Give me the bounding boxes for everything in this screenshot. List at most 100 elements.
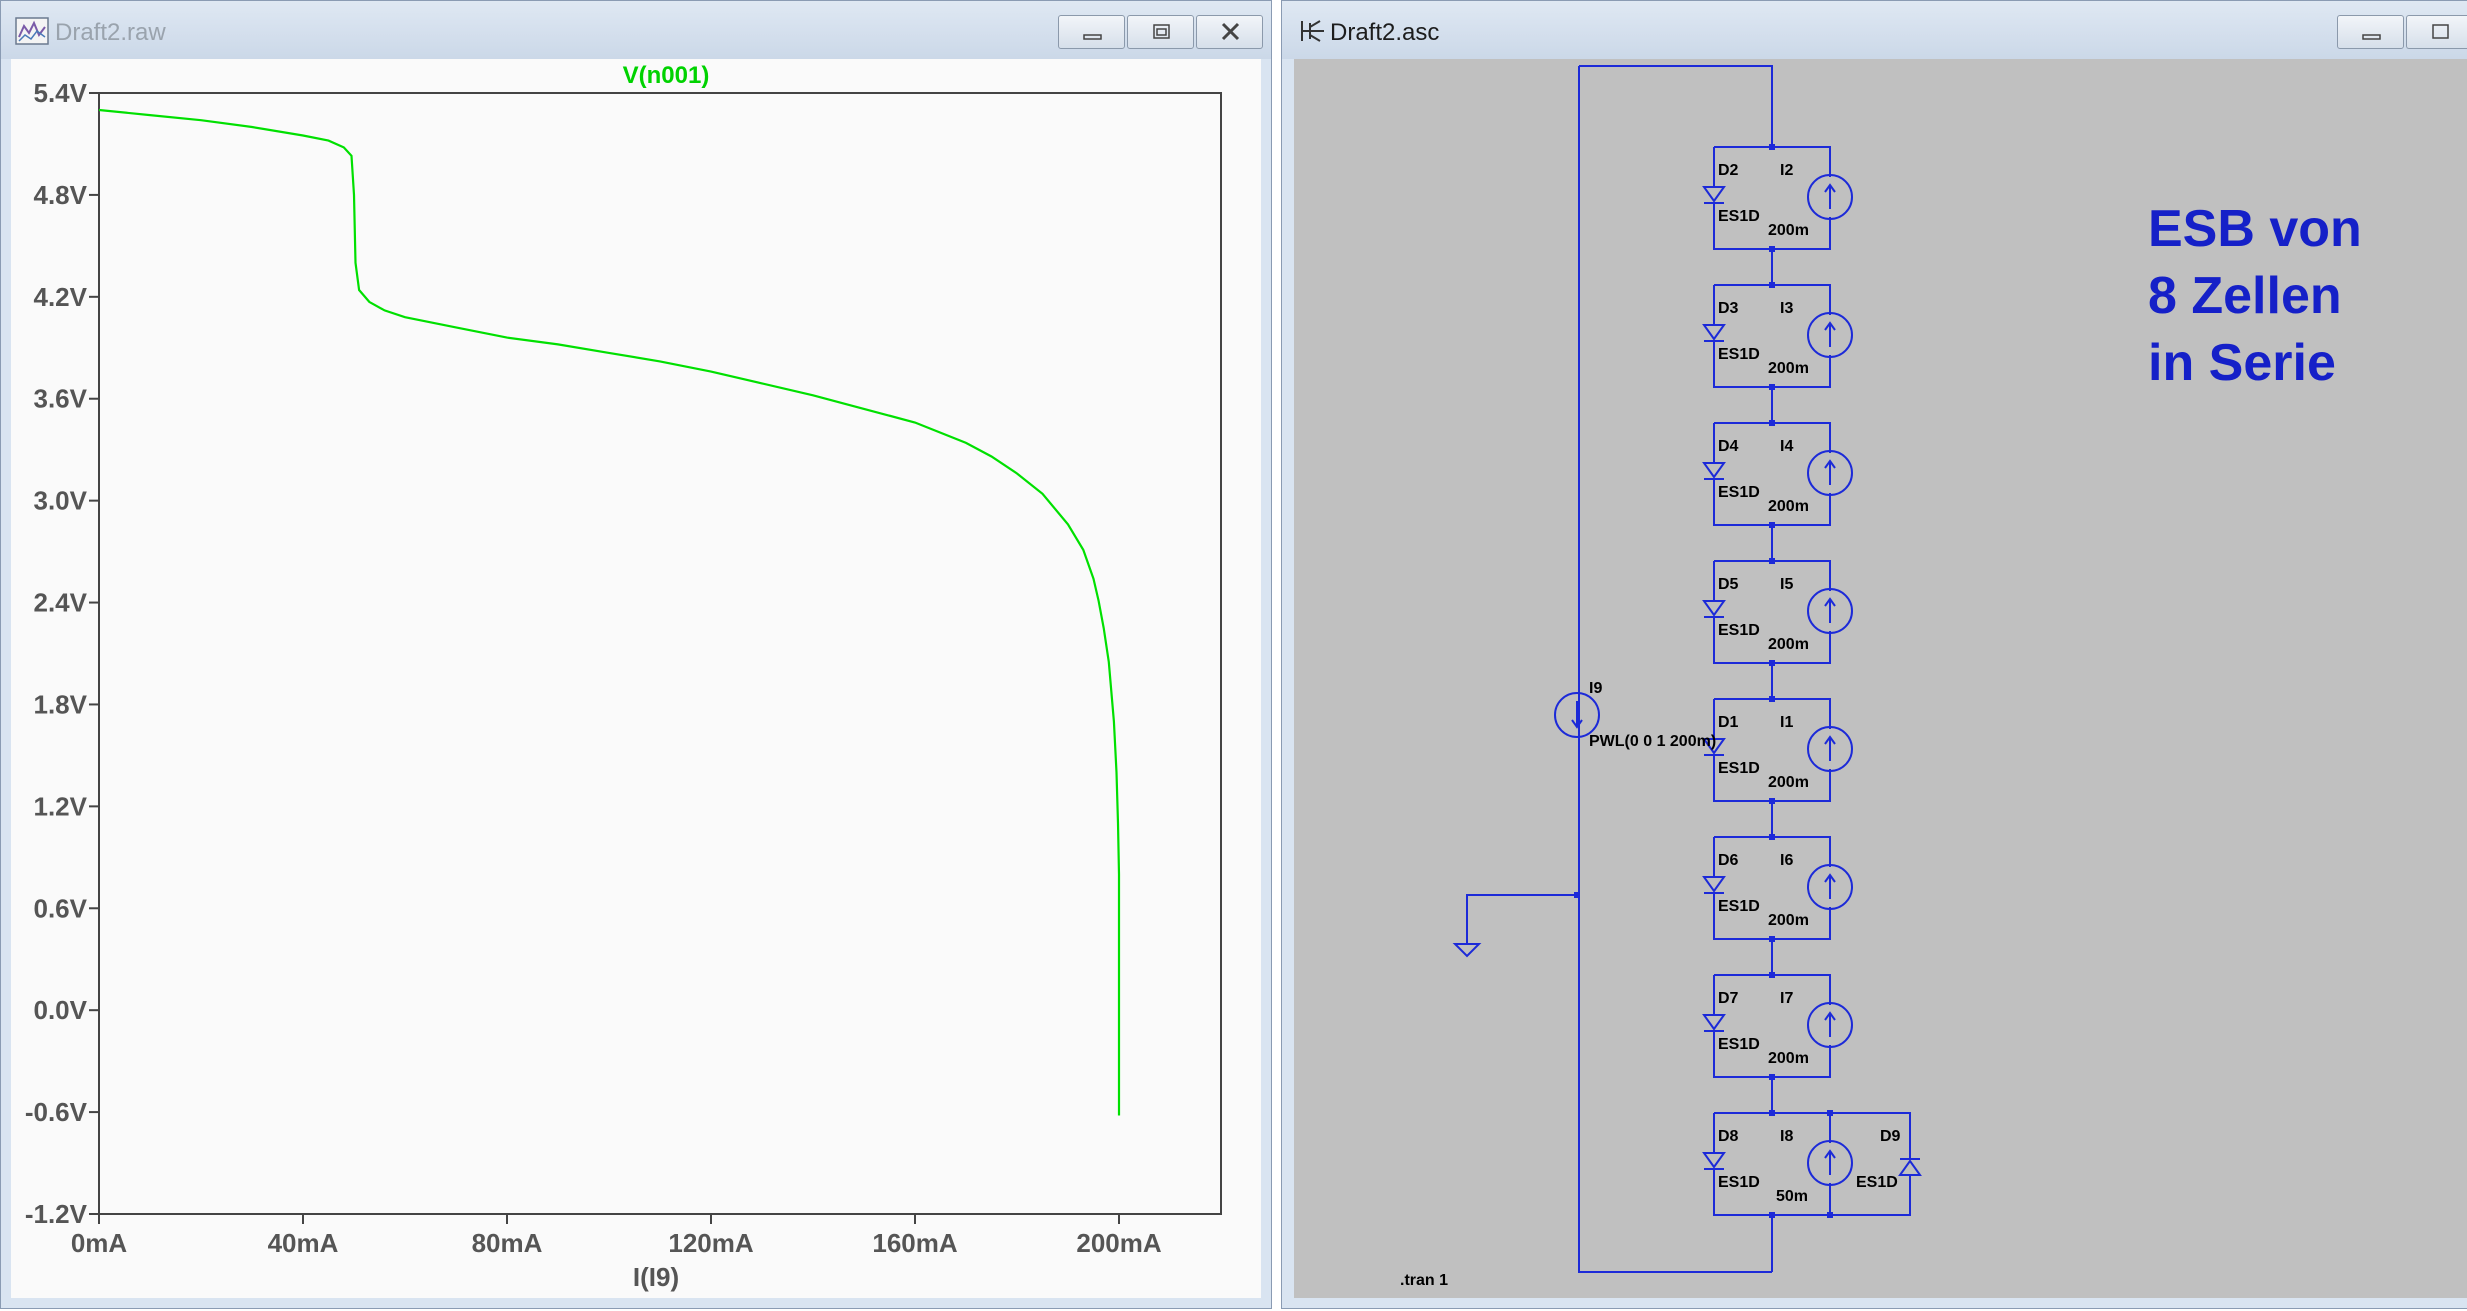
- diode-name: D2: [1718, 162, 1739, 179]
- battery-cell-8[interactable]: D8 ES1D I8 50m: [1702, 1110, 1853, 1272]
- annotation-line-1: ESB von: [2148, 200, 2362, 258]
- wires[interactable]: [1578, 65, 1773, 1273]
- battery-cell-4[interactable]: D5 ES1D I5 200m: [1702, 558, 1853, 699]
- battery-cell-5[interactable]: D1 ES1D I1 200m: [1702, 696, 1853, 837]
- diode-icon: [1702, 462, 1726, 485]
- current-source-icon: [1807, 588, 1853, 634]
- current-source-icon: [1807, 1002, 1853, 1048]
- diode-model: ES1D: [1718, 622, 1760, 639]
- source-name: I9: [1589, 680, 1602, 697]
- source-value: PWL(0 0 1 200m): [1589, 733, 1716, 750]
- diode-name: D9: [1880, 1128, 1901, 1145]
- waveform-titlebar[interactable]: Draft2.raw: [1, 1, 1271, 59]
- source-name: I8: [1780, 1128, 1793, 1145]
- junction-dot: [1574, 892, 1580, 898]
- source-value: 200m: [1768, 636, 1809, 653]
- current-source-icon: [1807, 174, 1853, 220]
- annotation-line-2: 8 Zellen: [2148, 267, 2342, 325]
- plot-canvas[interactable]: V(n001) I(I9) 5.4V 4.8V 4.2V 3.6V 3.0V 2.4V 1.…: [11, 59, 1263, 1300]
- waveform-window[interactable]: Draft2.raw V(n001) I(I9) 5.4V 4.8V 4.2V 3.6…: [0, 0, 1272, 1309]
- maximize-button[interactable]: [1127, 15, 1194, 49]
- junction-dot: [1769, 696, 1775, 702]
- junction-dot: [1827, 1212, 1833, 1218]
- x-axis-label[interactable]: I(I9): [633, 1262, 679, 1292]
- x-tick-label: 40mA: [268, 1228, 339, 1258]
- source-name: I3: [1780, 300, 1793, 317]
- bypass-diode-d9[interactable]: D9 ES1D: [1827, 1110, 1922, 1218]
- spice-directive[interactable]: .tran 1: [1400, 1272, 1448, 1289]
- y-tick-label: 1.8V: [34, 689, 88, 719]
- y-tick-label: -0.6V: [25, 1097, 88, 1127]
- junction-dot: [1769, 282, 1775, 288]
- source-name: I6: [1780, 852, 1793, 869]
- diode-icon: [1702, 186, 1726, 209]
- diode-icon: [1702, 1152, 1726, 1175]
- diode-icon: [1702, 324, 1726, 347]
- current-source-icon: [1807, 312, 1853, 358]
- maximize-button[interactable]: [2406, 15, 2467, 49]
- y-tick-label: 4.2V: [34, 282, 88, 312]
- junction-dot: [1769, 834, 1775, 840]
- schematic-app-icon: [1301, 20, 1324, 42]
- diode-name: D1: [1718, 714, 1739, 731]
- x-axis: 0mA 40mA 80mA 120mA 160mA 200mA: [71, 1214, 1162, 1258]
- minimize-button[interactable]: [2337, 15, 2404, 49]
- source-value: 200m: [1768, 360, 1809, 377]
- battery-cell-1[interactable]: D2 ES1D I2 200m: [1702, 144, 1853, 285]
- diode-model: ES1D: [1718, 484, 1760, 501]
- battery-cell-7[interactable]: D7 ES1D I7 200m: [1702, 972, 1853, 1113]
- diode-model: ES1D: [1718, 898, 1760, 915]
- close-icon: [1221, 22, 1240, 41]
- source-name: I7: [1780, 990, 1793, 1007]
- annotation-line-3: in Serie: [2148, 334, 2336, 392]
- diode-name: D4: [1718, 438, 1739, 455]
- minimize-button[interactable]: [1058, 15, 1125, 49]
- y-tick-label: 0.6V: [34, 893, 88, 923]
- plot-area[interactable]: [98, 92, 1222, 1215]
- x-tick-label: 120mA: [668, 1228, 753, 1258]
- schematic-drawing[interactable]: D2 ES1D I2 200m D3 ES1D I3 200m D4 ES1D I4 200m D5 ES…: [1294, 59, 2467, 1300]
- source-name: I5: [1780, 576, 1793, 593]
- x-tick-label: 160mA: [872, 1228, 957, 1258]
- battery-cell-3[interactable]: D4 ES1D I4 200m: [1702, 420, 1853, 561]
- plot-pane[interactable]: V(n001) I(I9) 5.4V 4.8V 4.2V 3.6V 3.0V 2.4V 1.…: [11, 59, 1261, 1298]
- schematic-titlebar[interactable]: Draft2.asc: [1282, 1, 2467, 59]
- diode-name: D7: [1718, 990, 1739, 1007]
- diode-icon: [1702, 600, 1726, 623]
- junction-dot: [1769, 144, 1775, 150]
- battery-cell-6[interactable]: D6 ES1D I6 200m: [1702, 834, 1853, 975]
- diode-icon: [1898, 1153, 1922, 1176]
- maximize-icon: [1153, 24, 1170, 39]
- schematic-window[interactable]: Draft2.asc D2 ES1D I2 200m D3 ES1D I3 200m D4 ES1…: [1281, 0, 2467, 1309]
- diode-model: ES1D: [1718, 208, 1760, 225]
- close-button[interactable]: [1196, 15, 1263, 49]
- source-name: I2: [1780, 162, 1793, 179]
- diode-name: D3: [1718, 300, 1739, 317]
- current-source-icon: [1807, 1140, 1853, 1186]
- y-tick-label: 3.6V: [34, 384, 88, 414]
- y-tick-label: 4.8V: [34, 180, 88, 210]
- diode-name: D5: [1718, 576, 1739, 593]
- source-value: 200m: [1768, 912, 1809, 929]
- source-value: 200m: [1768, 774, 1809, 791]
- trace-title[interactable]: V(n001): [623, 62, 710, 89]
- y-tick-label: -1.2V: [25, 1199, 88, 1229]
- battery-cell-2[interactable]: D3 ES1D I3 200m: [1702, 282, 1853, 423]
- minimize-icon: [1083, 34, 1102, 40]
- diode-name: D6: [1718, 852, 1739, 869]
- schematic-canvas[interactable]: D2 ES1D I2 200m D3 ES1D I3 200m D4 ES1D I4 200m D5 ES…: [1294, 59, 2467, 1298]
- diode-model: ES1D: [1718, 346, 1760, 363]
- y-tick-label: 0.0V: [34, 995, 88, 1025]
- current-source-icon: [1807, 726, 1853, 772]
- source-value: 200m: [1768, 498, 1809, 515]
- junction-dot: [1769, 1110, 1775, 1116]
- x-tick-label: 80mA: [472, 1228, 543, 1258]
- diode-model: ES1D: [1718, 1036, 1760, 1053]
- ground-symbol[interactable]: [1452, 894, 1579, 958]
- y-axis: 5.4V 4.8V 4.2V 3.6V 3.0V 2.4V 1.8V 1.2V 0.6V 0.0V…: [25, 78, 99, 1229]
- diode-model: ES1D: [1718, 760, 1760, 777]
- y-tick-label: 5.4V: [34, 78, 88, 108]
- source-name: I4: [1780, 438, 1793, 455]
- esb-annotation[interactable]: ESB von 8 Zellen in Serie: [2148, 200, 2362, 392]
- source-name: I1: [1780, 714, 1793, 731]
